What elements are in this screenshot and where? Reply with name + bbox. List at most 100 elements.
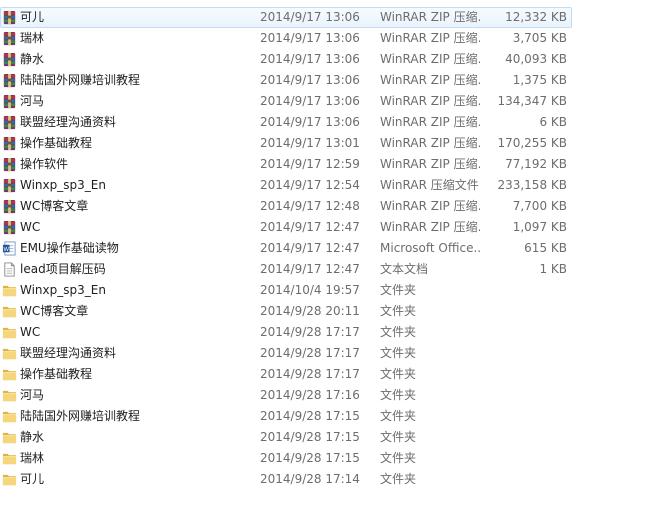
file-name: 操作基础教程 [20, 367, 93, 381]
file-date-modified: 2014/9/17 13:06 [260, 31, 360, 45]
file-row[interactable]: 联盟经理沟通资料 2014/9/28 17:17 文件夹 [0, 343, 649, 364]
file-size: 3,705 KB [512, 31, 567, 45]
file-row[interactable]: 操作软件 2014/9/17 12:59 WinRAR ZIP 压缩... 77,19… [0, 154, 649, 175]
file-name: 联盟经理沟通资料 [20, 115, 117, 129]
file-type: WinRAR ZIP 压缩... [380, 73, 480, 87]
winrar-archive-icon [2, 52, 17, 67]
winrar-archive-icon [2, 157, 17, 172]
winrar-archive-icon [2, 136, 17, 151]
file-name: 河马 [20, 388, 45, 402]
file-row[interactable]: 陆陆国外网赚培训教程 2014/9/28 17:15 文件夹 [0, 406, 649, 427]
file-date-modified: 2014/9/17 12:48 [260, 199, 360, 213]
folder-icon [2, 346, 17, 361]
file-name: EMU操作基础读物 [20, 241, 119, 255]
winrar-archive-icon [2, 178, 17, 193]
file-type: WinRAR ZIP 压缩... [380, 52, 480, 66]
file-size: 1,375 KB [512, 73, 567, 87]
file-row[interactable]: 河马 2014/9/17 13:06 WinRAR ZIP 压缩... 134,347… [0, 91, 649, 112]
file-date-modified: 2014/9/17 12:47 [260, 241, 360, 255]
file-type: Microsoft Office... [380, 241, 480, 255]
file-row[interactable]: lead项目解压码 2014/9/17 12:47 文本文档 1 KB [0, 259, 649, 280]
file-name: 陆陆国外网赚培训教程 [20, 73, 141, 87]
file-name: lead项目解压码 [20, 262, 106, 276]
file-row[interactable]: 陆陆国外网赚培训教程 2014/9/17 13:06 WinRAR ZIP 压缩..… [0, 70, 649, 91]
file-row[interactable]: 可儿 2014/9/17 13:06 WinRAR ZIP 压缩... 12,332 … [0, 7, 572, 28]
svg-text:W: W [4, 247, 10, 253]
file-type: 文件夹 [380, 472, 417, 486]
folder-icon [2, 388, 17, 403]
file-row[interactable]: 操作基础教程 2014/9/28 17:17 文件夹 [0, 364, 649, 385]
winrar-archive-icon [2, 73, 17, 88]
file-name: WC [20, 220, 41, 234]
file-size: 170,255 KB [497, 136, 567, 150]
file-name: 河马 [20, 94, 45, 108]
file-row[interactable]: 可儿 2014/9/28 17:14 文件夹 [0, 469, 649, 490]
file-size: 77,192 KB [505, 157, 567, 171]
folder-icon [2, 283, 17, 298]
winrar-archive-icon [2, 31, 17, 46]
file-size: 6 KB [539, 115, 567, 129]
file-name: 可儿 [20, 472, 45, 486]
file-size: 12,332 KB [505, 10, 567, 24]
file-row[interactable]: 静水 2014/9/28 17:15 文件夹 [0, 427, 649, 448]
file-row[interactable]: 联盟经理沟通资料 2014/9/17 13:06 WinRAR ZIP 压缩... 6… [0, 112, 649, 133]
file-row[interactable]: W EMU操作基础读物 2014/9/17 12:47 Microsoft Offic… [0, 238, 649, 259]
file-date-modified: 2014/9/17 13:06 [260, 73, 360, 87]
file-name: WC博客文章 [20, 199, 89, 213]
file-row[interactable]: 河马 2014/9/28 17:16 文件夹 [0, 385, 649, 406]
file-date-modified: 2014/9/17 12:59 [260, 157, 360, 171]
text-document-icon [2, 262, 17, 277]
file-row[interactable]: WC 2014/9/28 17:17 文件夹 [0, 322, 649, 343]
file-type: 文件夹 [380, 346, 417, 360]
file-size: 7,700 KB [512, 199, 567, 213]
file-name: Winxp_sp3_En [20, 178, 106, 192]
folder-icon [2, 472, 17, 487]
file-list: 可儿 2014/9/17 13:06 WinRAR ZIP 压缩... 12,332 … [0, 7, 649, 490]
folder-icon [2, 409, 17, 424]
file-type: 文件夹 [380, 388, 417, 402]
folder-icon [2, 430, 17, 445]
file-date-modified: 2014/9/28 17:15 [260, 430, 360, 444]
file-size: 40,093 KB [505, 52, 567, 66]
file-row[interactable]: Winxp_sp3_En 2014/10/4 19:57 文件夹 [0, 280, 649, 301]
file-row[interactable]: 瑞林 2014/9/28 17:15 文件夹 [0, 448, 649, 469]
file-name: 操作软件 [20, 157, 69, 171]
file-type: 文件夹 [380, 325, 417, 339]
file-type: WinRAR ZIP 压缩... [380, 115, 480, 129]
winrar-archive-icon [2, 220, 17, 235]
file-type: WinRAR ZIP 压缩... [380, 10, 480, 24]
file-row[interactable]: 操作基础教程 2014/9/17 13:01 WinRAR ZIP 压缩... 170… [0, 133, 649, 154]
file-date-modified: 2014/9/28 17:14 [260, 472, 360, 486]
folder-icon [2, 367, 17, 382]
file-size: 134,347 KB [497, 94, 567, 108]
file-type: WinRAR ZIP 压缩... [380, 199, 480, 213]
file-type: 文件夹 [380, 304, 417, 318]
file-date-modified: 2014/9/17 13:06 [260, 10, 360, 24]
file-row[interactable]: Winxp_sp3_En 2014/9/17 12:54 WinRAR 压缩文件 23… [0, 175, 649, 196]
file-type: 文本文档 [380, 262, 429, 276]
winrar-archive-icon [2, 94, 17, 109]
file-type: WinRAR ZIP 压缩... [380, 157, 480, 171]
file-name: 可儿 [20, 10, 45, 24]
file-size: 1,097 KB [512, 220, 567, 234]
file-row[interactable]: WC博客文章 2014/9/17 12:48 WinRAR ZIP 压缩... 7,7… [0, 196, 649, 217]
file-name: WC博客文章 [20, 304, 89, 318]
file-size: 615 KB [524, 241, 567, 255]
file-date-modified: 2014/10/4 19:57 [260, 283, 360, 297]
file-date-modified: 2014/9/17 13:06 [260, 94, 360, 108]
file-row[interactable]: WC 2014/9/17 12:47 WinRAR ZIP 压缩... 1,097 K… [0, 217, 649, 238]
file-row[interactable]: 瑞林 2014/9/17 13:06 WinRAR ZIP 压缩... 3,705 K… [0, 28, 649, 49]
file-row[interactable]: 静水 2014/9/17 13:06 WinRAR ZIP 压缩... 40,093 … [0, 49, 649, 70]
word-document-icon: W [2, 241, 17, 256]
file-date-modified: 2014/9/17 12:54 [260, 178, 360, 192]
winrar-archive-icon [2, 199, 17, 214]
file-row[interactable]: WC博客文章 2014/9/28 20:11 文件夹 [0, 301, 649, 322]
file-name: 操作基础教程 [20, 136, 93, 150]
file-type: WinRAR ZIP 压缩... [380, 94, 480, 108]
file-date-modified: 2014/9/17 13:06 [260, 52, 360, 66]
folder-icon [2, 304, 17, 319]
file-name: 静水 [20, 52, 45, 66]
file-date-modified: 2014/9/28 17:15 [260, 409, 360, 423]
file-date-modified: 2014/9/17 12:47 [260, 262, 360, 276]
file-date-modified: 2014/9/28 20:11 [260, 304, 360, 318]
